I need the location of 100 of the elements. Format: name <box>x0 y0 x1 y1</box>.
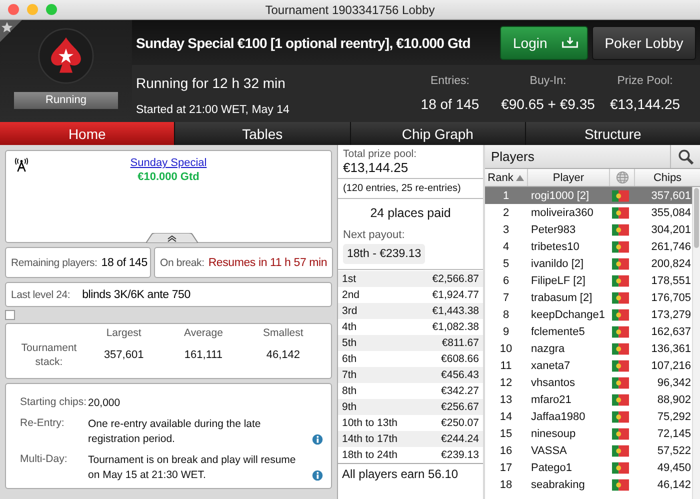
payout-place: 6th <box>342 353 357 365</box>
break-value: Resumes in 11 h 57 min <box>208 256 328 268</box>
stat-label: Entries: <box>430 75 470 87</box>
player-row[interactable]: 18 seabraking 46,142 <box>485 476 692 493</box>
column-header: Average <box>183 326 224 339</box>
payout-place: 5th <box>342 337 357 349</box>
payout-place: 14th to 17th <box>342 433 398 445</box>
antenna-icon <box>14 157 29 173</box>
stat-value: €90.65 + €9.35 <box>501 96 595 112</box>
tab[interactable]: Home <box>0 122 174 145</box>
flag-icon <box>612 292 628 304</box>
poker-lobby-button[interactable]: Poker Lobby <box>592 26 696 60</box>
flag-icon <box>612 308 628 320</box>
close-icon[interactable] <box>8 4 19 15</box>
payout-place: 10th to 13th <box>342 417 398 429</box>
prize-pool-label: Total prize pool: <box>343 148 418 160</box>
tournament-link[interactable]: Sunday Special <box>130 157 207 169</box>
stat-value: 18 of 145 <box>420 96 480 112</box>
detail-value: Tournament is on break and play will resume on May 15 at 21:30 WET. <box>88 453 297 483</box>
column-header[interactable]: Rank <box>485 169 528 186</box>
stat-label: Buy-In: <box>530 75 566 87</box>
flag-icon <box>612 410 628 422</box>
flag-icon <box>612 478 628 490</box>
player-row[interactable]: 16 VASSA 57,522 <box>485 442 692 459</box>
player-row[interactable]: 17 Patego1 49,450 <box>485 459 692 476</box>
globe-icon[interactable] <box>616 171 628 184</box>
column-header[interactable]: Chips <box>635 169 700 186</box>
payout-amount: €2,566.87 <box>432 273 479 285</box>
payout-amount: €456.43 <box>441 369 479 381</box>
player-row[interactable]: 11 xaneta7 107,216 <box>485 357 692 374</box>
detail-value: One re-entry available during the late registration period. <box>88 417 262 447</box>
column-header: Smallest <box>262 326 304 339</box>
flag-icon <box>612 462 628 474</box>
payout-amount: €239.13 <box>441 449 479 461</box>
login-button[interactable]: Login <box>500 26 588 60</box>
player-row[interactable]: 9 fclemente5 162,637 <box>485 323 692 340</box>
flag-icon <box>612 394 628 406</box>
collapse-handle-icon[interactable] <box>146 233 198 243</box>
player-row[interactable]: 6 FilipeLF [2] 178,551 <box>485 272 692 289</box>
spade-logo-icon <box>38 28 94 84</box>
payout-amount: €250.07 <box>441 417 479 429</box>
flag-icon <box>612 224 628 236</box>
start-time: Started at 21:00 WET, May 14 <box>136 104 290 116</box>
player-row[interactable]: 12 vhsantos 96,342 <box>485 374 692 391</box>
checkbox[interactable] <box>5 310 15 320</box>
column-header[interactable]: Player <box>528 169 610 186</box>
tournament-title: Sunday Special €100 [1 optional reentry], €10.000 Gtd <box>136 34 472 50</box>
login-icon <box>561 36 579 49</box>
break-label: On break: <box>160 256 204 268</box>
places-paid: 24 places paid <box>369 206 452 220</box>
search-icon <box>678 148 694 164</box>
column-header: Largest <box>105 326 142 339</box>
remaining-value: 18 of 145 <box>101 256 148 268</box>
payout-place: 1st <box>342 273 356 285</box>
player-row[interactable]: 15 ninesoup 72,145 <box>485 425 692 442</box>
tab[interactable]: Tables <box>175 122 350 145</box>
stack-value: 357,601 <box>102 349 145 361</box>
detail-label: Starting chips: <box>20 396 88 410</box>
player-row[interactable]: 10 nazgra 136,361 <box>485 340 692 357</box>
window-title: Tournament 1903341756 Lobby <box>265 2 435 16</box>
player-row[interactable]: 14 Jaffaa1980 75,292 <box>485 408 692 425</box>
payout-amount: €608.66 <box>441 353 479 365</box>
flag-icon <box>612 274 628 286</box>
tab[interactable]: Chip Graph <box>350 122 525 145</box>
payout-place: 7th <box>342 369 357 381</box>
flag-icon <box>612 206 628 218</box>
player-row[interactable]: 4 tribetes10 261,746 <box>485 238 692 255</box>
payout-amount: €342.27 <box>441 385 479 397</box>
payout-amount: €244.24 <box>441 433 479 445</box>
stack-label: Tournament stack: <box>20 341 78 369</box>
info-icon[interactable] <box>312 470 323 481</box>
player-row[interactable]: 1 rogi1000 [2] 357,601 <box>485 187 692 204</box>
next-payout-label: Next payout: <box>343 229 406 241</box>
next-payout-value: 18th - €239.13 <box>343 244 426 264</box>
payout-footer: All players earn 56.10 <box>338 463 483 484</box>
player-row[interactable]: 3 Peter983 304,201 <box>485 221 692 238</box>
detail-label: Multi-Day: <box>20 453 68 467</box>
payout-place: 2nd <box>342 289 360 301</box>
scrollbar[interactable] <box>692 187 700 499</box>
star-icon[interactable] <box>0 20 22 42</box>
maximize-icon[interactable] <box>46 4 57 15</box>
player-row[interactable]: 5 ivanildo [2] 200,824 <box>485 255 692 272</box>
player-row[interactable]: 7 trabasum [2] 176,705 <box>485 289 692 306</box>
player-row[interactable]: 8 keepDchange1 173,279 <box>485 306 692 323</box>
running-time: Running for 12 h 32 min <box>136 75 286 91</box>
flag-icon <box>612 444 628 456</box>
detail-label: Re-Entry: <box>20 417 66 431</box>
flag-icon <box>612 326 628 338</box>
flag-icon <box>612 240 628 252</box>
payout-place: 3rd <box>342 305 358 317</box>
tab[interactable]: Structure <box>526 122 700 145</box>
level-label: Last level 24: <box>11 288 70 300</box>
stack-value: 46,142 <box>265 349 301 361</box>
info-icon[interactable] <box>312 434 323 445</box>
flag-icon <box>612 376 628 388</box>
level-value: blinds 3K/6K ante 750 <box>82 288 190 300</box>
player-row[interactable]: 13 mfaro21 88,902 <box>485 391 692 408</box>
player-row[interactable]: 2 moliveira360 355,084 <box>485 204 692 221</box>
flag-icon <box>612 190 628 202</box>
flag-icon <box>612 428 628 440</box>
